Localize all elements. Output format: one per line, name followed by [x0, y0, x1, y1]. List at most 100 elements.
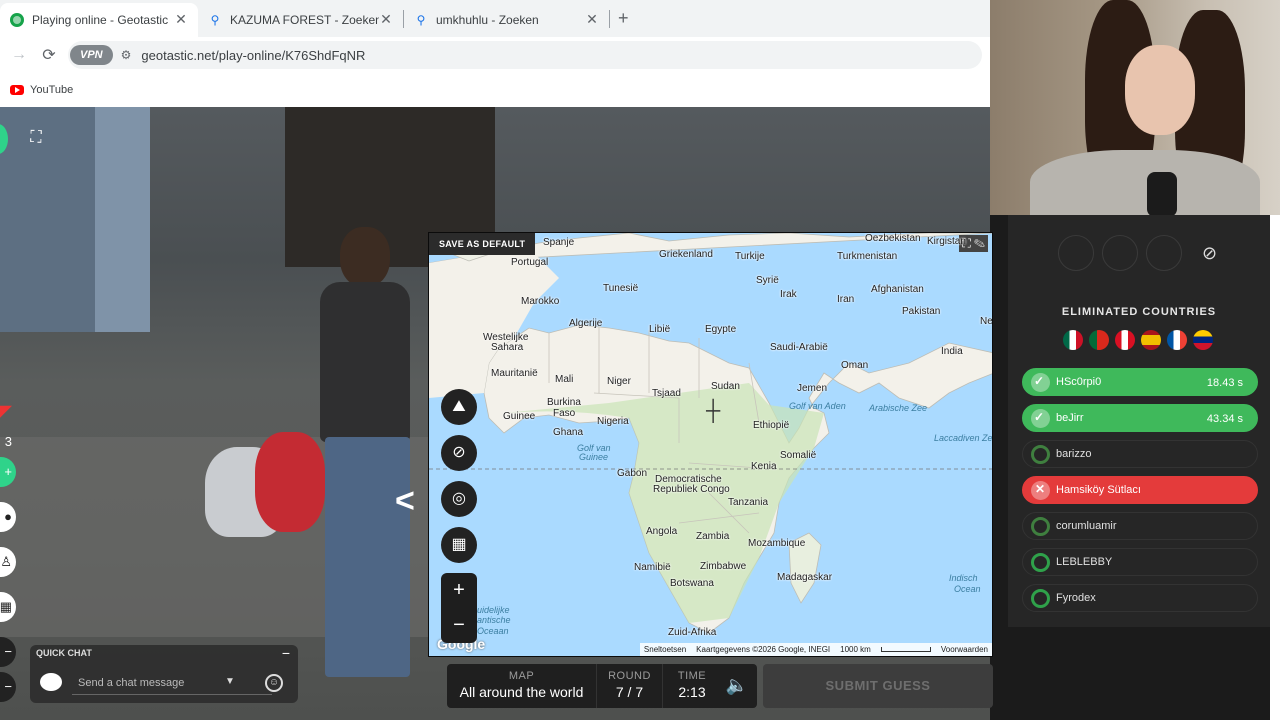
tab-kazuma[interactable]: ⚲ KAZUMA FOREST - Zoeken ✕	[198, 3, 403, 37]
player-row[interactable]: ✕ Hamsiköy Sütlacı	[1022, 476, 1258, 504]
map-label: Republiek Congo	[653, 484, 730, 495]
save-as-default-button[interactable]: SAVE AS DEFAULT	[429, 233, 536, 255]
eliminated-countries-title: ELIMINATED COUNTRIES	[1061, 306, 1217, 318]
map-graphic	[429, 233, 992, 634]
zoom-out-button[interactable]: −	[441, 608, 477, 643]
map-label: Libië	[649, 324, 671, 335]
speaker-icon[interactable]: 🔈	[721, 666, 753, 704]
pedestrian-head	[340, 227, 390, 287]
fullscreen-icon[interactable]: ⛶	[24, 129, 48, 151]
loading-icon	[1031, 589, 1050, 608]
player-time: 18.43 s	[1206, 377, 1243, 389]
map-data-text: Kaartgegevens ©2026 Google, INEGI	[696, 645, 831, 654]
map-label: Sudan	[711, 381, 740, 392]
map-label: Gabon	[617, 468, 648, 479]
emoji-icon[interactable]: ☺	[265, 674, 283, 692]
zoom-in-button[interactable]: +	[441, 573, 477, 608]
webcam-feed	[990, 0, 1280, 215]
chat-input[interactable]	[72, 671, 272, 695]
map-label: Tunesië	[603, 283, 639, 294]
search-icon: ⚲	[416, 12, 426, 27]
terms-link[interactable]: Voorwaarden	[941, 645, 988, 654]
locate-icon[interactable]: ◎	[441, 481, 477, 517]
reload-icon[interactable]: ⟳	[38, 45, 60, 65]
tab-title: Playing online - Geotastic	[32, 12, 169, 27]
water-label: Indisch	[949, 573, 978, 583]
map-label: Nigeria	[597, 416, 629, 427]
tab-title: umkhuhlu - Zoeken	[436, 12, 539, 27]
player-name: barizzo	[1056, 448, 1092, 460]
water-label: Guinee	[579, 452, 609, 462]
mexico-flag	[1063, 330, 1083, 350]
address-bar-row: → ⟳ VPN ⚙ geotastic.net/play-online/K76S…	[0, 37, 990, 73]
geotastic-icon	[10, 12, 24, 27]
time-info: TIME 2:13	[663, 664, 721, 708]
close-tab-icon[interactable]: ✕	[174, 11, 188, 28]
minus-icon[interactable]: −	[0, 637, 16, 667]
france-flag	[1167, 330, 1187, 350]
minimize-chat-button[interactable]: −	[282, 645, 290, 661]
omnibox[interactable]: VPN ⚙ geotastic.net/play-online/K76ShdFq…	[68, 41, 982, 69]
map-label: Tsjaad	[652, 388, 681, 399]
flag-marker-icon[interactable]: ◤	[0, 397, 16, 427]
bookmark-youtube[interactable]: YouTube	[30, 84, 73, 96]
map-label: Mali	[555, 374, 574, 385]
screen: Playing online - Geotastic ✕ ⚲ KAZUMA FO…	[0, 0, 1280, 720]
new-tab-button[interactable]: +	[618, 8, 629, 29]
submit-guess-button[interactable]: SUBMIT GUESS	[763, 664, 993, 708]
layers-icon[interactable]: ▦	[441, 527, 477, 563]
minus-icon[interactable]: −	[0, 672, 16, 702]
player-row[interactable]: Fyrodex	[1022, 584, 1258, 612]
map-label: Saudi-Arabië	[770, 342, 828, 353]
map-label: Algerije	[569, 318, 603, 329]
map-label: Somalië	[780, 450, 817, 461]
player-row[interactable]: corumluamir	[1022, 512, 1258, 540]
vpn-badge[interactable]: VPN	[70, 45, 113, 65]
keyboard-shortcuts-link[interactable]: Sneltoetsen	[644, 645, 686, 654]
map-attribution: Sneltoetsen Kaartgegevens ©2026 Google, …	[639, 643, 992, 656]
player-row[interactable]: LEBLEBBY	[1022, 548, 1258, 576]
player-name: HSc0rpi0	[1056, 376, 1102, 388]
tab-umkhuhlu[interactable]: ⚲ umkhuhlu - Zoeken ✕	[404, 3, 609, 37]
forward-icon[interactable]: →	[8, 46, 30, 64]
quick-chat-title: QUICK CHAT	[36, 648, 92, 658]
site-info-icon[interactable]: ⚙	[121, 48, 132, 62]
loading-icon	[1031, 553, 1050, 572]
pedestrian-legs	[325, 437, 410, 677]
hide-map-icon[interactable]: ⊘	[441, 435, 477, 471]
map-label: Ghana	[553, 427, 584, 438]
scale-bar	[880, 647, 931, 652]
chevron-down-icon[interactable]: ▼	[225, 676, 235, 687]
round-info: ROUND 7 / 7	[597, 664, 663, 708]
map-label: Mauritanië	[491, 368, 538, 379]
tab-strip: Playing online - Geotastic ✕ ⚲ KAZUMA FO…	[0, 0, 990, 37]
round-label: ROUND	[608, 670, 651, 682]
map-label: Faso	[553, 408, 576, 419]
player-row[interactable]: ✓ beJirr 43.34 s	[1022, 404, 1258, 432]
water-label: Arabische Zee	[869, 403, 928, 413]
quick-chat: QUICK CHAT − ▼ ☺	[30, 645, 298, 703]
close-tab-icon[interactable]: ✕	[379, 11, 393, 28]
scrollbar[interactable]	[1270, 215, 1280, 720]
map-label: Afghanistan	[871, 284, 924, 295]
time-value: 2:13	[678, 684, 706, 700]
map-info: MAP All around the world	[447, 664, 597, 708]
guess-map[interactable]: SAVE AS DEFAULT ⛶ ✎ ┼ Spanje Portugal Gr…	[428, 232, 993, 657]
portugal-flag	[1089, 330, 1109, 350]
map-label: Niger	[607, 376, 631, 387]
eye-off-icon[interactable]: ⊘	[1202, 243, 1217, 264]
player-row[interactable]: ✓ HSc0rpi0 18.43 s	[1022, 368, 1258, 396]
water-label: uidelijke	[477, 605, 510, 615]
navigation-arrow-icon[interactable]: <	[395, 482, 415, 521]
bookmarks-bar: YouTube	[0, 73, 990, 107]
scale-label[interactable]: 1000 km	[840, 645, 871, 654]
player-row[interactable]: barizzo	[1022, 440, 1258, 468]
terrain-icon[interactable]: ⛰	[441, 389, 477, 425]
game-info-bar: MAP All around the world ROUND 7 / 7 TIM…	[447, 664, 757, 708]
url-text[interactable]: geotastic.net/play-online/K76ShdFqNR	[141, 48, 365, 63]
pedestrian	[310, 227, 430, 687]
venezuela-flag	[1193, 330, 1213, 350]
tab-geotastic[interactable]: Playing online - Geotastic ✕	[0, 2, 198, 37]
map-label: Mozambique	[748, 538, 806, 549]
close-tab-icon[interactable]: ✕	[585, 11, 599, 28]
